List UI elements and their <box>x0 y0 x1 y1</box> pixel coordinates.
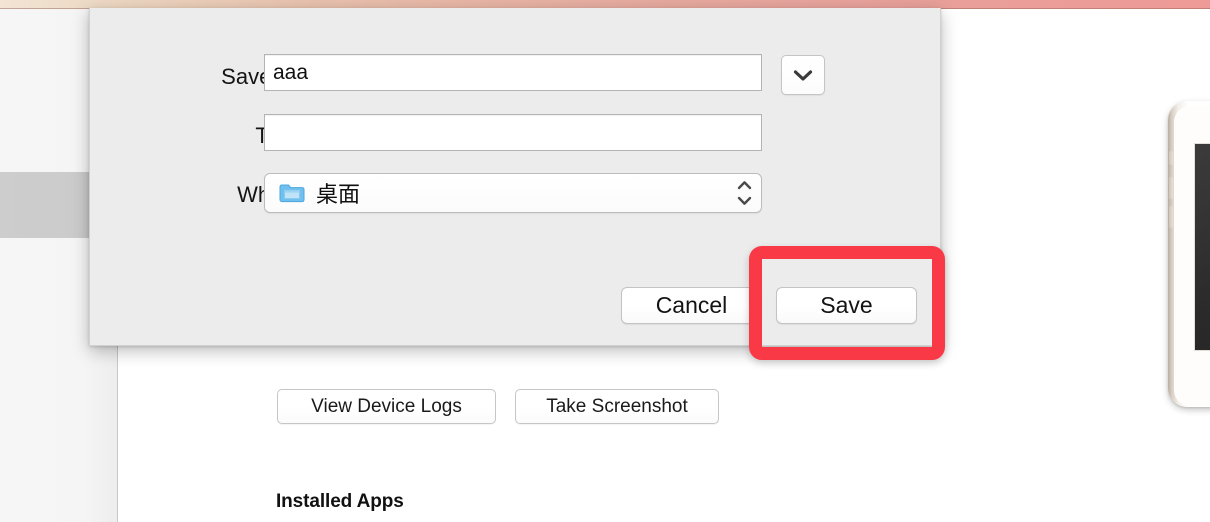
save-as-input[interactable]: aaa <box>264 54 762 91</box>
phone-face <box>1174 106 1210 406</box>
chevron-down-icon <box>737 196 751 205</box>
chevron-down-icon <box>793 69 813 81</box>
where-value: 桌面 <box>316 182 361 207</box>
phone-body <box>1168 101 1210 407</box>
blue-folder-icon <box>279 184 305 203</box>
phone-volume-down-button <box>1169 206 1173 228</box>
expand-browser-button[interactable] <box>781 55 825 95</box>
phone-silent-switch <box>1169 151 1173 165</box>
take-screenshot-button[interactable]: Take Screenshot <box>515 389 719 424</box>
save-file-dialog: Save As: aaa Tags: Where: 桌面 Cancel Save <box>89 8 941 346</box>
view-device-logs-button[interactable]: View Device Logs <box>277 389 496 424</box>
cancel-button[interactable]: Cancel <box>621 287 762 324</box>
chevron-up-icon <box>737 181 751 190</box>
phone-volume-up-button <box>1169 177 1173 199</box>
where-dropdown[interactable]: 桌面 <box>264 173 762 213</box>
up-down-chevron-icon[interactable] <box>736 180 752 206</box>
installed-apps-heading: Installed Apps <box>276 491 404 512</box>
save-button[interactable]: Save <box>776 287 917 324</box>
iphone-device-icon <box>1165 99 1210 409</box>
phone-screen <box>1194 143 1210 351</box>
tags-input[interactable] <box>264 114 762 151</box>
